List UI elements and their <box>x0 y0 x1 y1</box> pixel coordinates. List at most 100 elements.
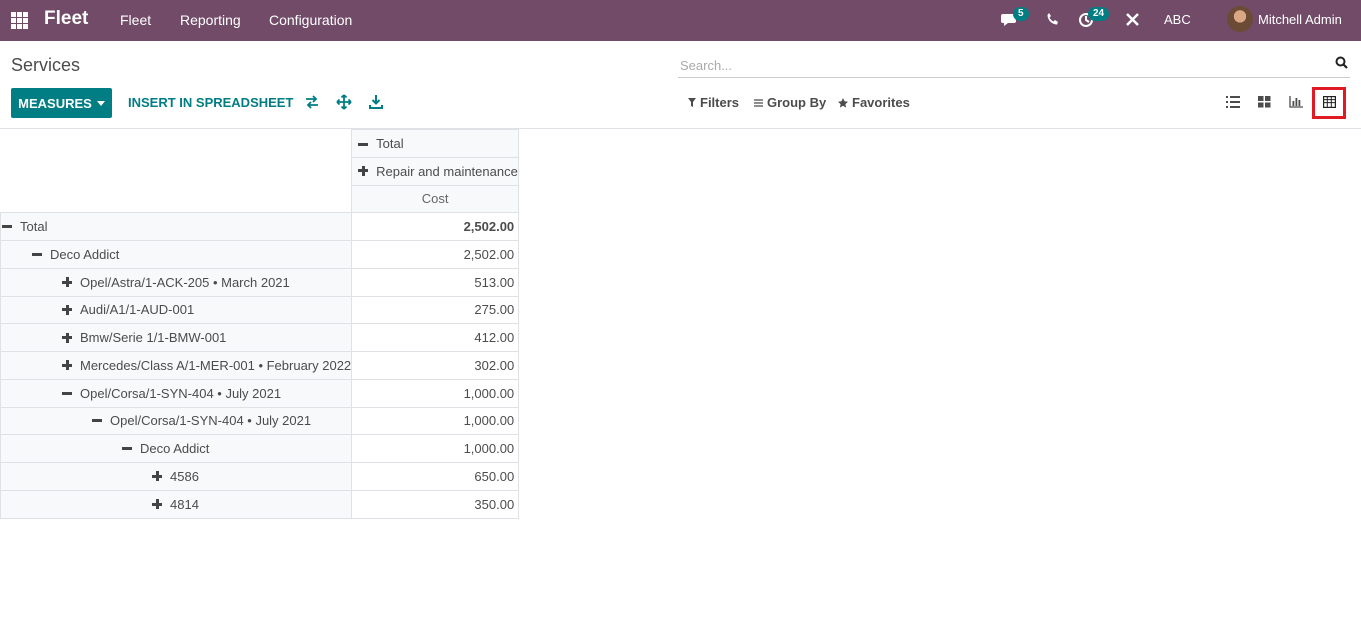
measures-button[interactable]: MEASURES <box>11 88 112 118</box>
row-header-label: Total <box>20 219 48 235</box>
collapse-icon <box>32 252 42 256</box>
top-navbar: Fleet Fleet Reporting Configuration 5 24… <box>0 0 1361 41</box>
row-header-label: Opel/Corsa/1-SYN-404 • July 2021 <box>110 413 312 429</box>
phone-icon[interactable] <box>1046 12 1060 26</box>
measure-header[interactable]: Cost <box>351 184 520 214</box>
cell-value[interactable]: 302.00 <box>351 351 520 380</box>
group-by-button[interactable]: Group By <box>754 95 826 110</box>
pivot-row: Opel/Corsa/1-SYN-404 • July 2021 1,000.00 <box>0 406 520 436</box>
search-input[interactable] <box>680 55 1300 75</box>
filters-button[interactable]: Filters <box>688 95 739 110</box>
kanban-view-icon <box>1257 96 1270 108</box>
cell-value[interactable]: 350.00 <box>351 489 520 519</box>
row-header[interactable]: Mercedes/Class A/1-MER-001 • February 20… <box>0 351 353 380</box>
tools-icon[interactable] <box>1125 12 1140 27</box>
row-header-label: Opel/Corsa/1-SYN-404 • July 2021 <box>80 385 282 401</box>
insert-spreadsheet-button[interactable]: INSERT IN SPREADSHEET <box>128 95 293 110</box>
col-header-total[interactable]: Total <box>351 129 520 158</box>
messages-badge: 5 <box>1013 7 1029 21</box>
expand-icon <box>152 499 162 510</box>
pivot-row: Bmw/Serie 1/1-BMW-001 412.00 <box>0 323 520 352</box>
menu-reporting[interactable]: Reporting <box>180 12 241 28</box>
row-header-label: Deco Addict <box>50 246 120 262</box>
expand-icon <box>62 277 72 288</box>
pivot-row: Audi/A1/1-AUD-001 275.00 <box>0 295 520 325</box>
pivot-row: Total 2,502.00 <box>0 212 520 241</box>
row-header[interactable]: Opel/Astra/1-ACK-205 • March 2021 <box>0 267 353 297</box>
cell-value[interactable]: 275.00 <box>351 295 520 325</box>
row-header-label: 4586 <box>170 468 199 484</box>
search-bar <box>678 52 1350 78</box>
active-view-highlight <box>1312 87 1346 119</box>
group-by-icon <box>754 98 763 107</box>
row-header[interactable]: Total <box>0 212 353 241</box>
graph-view-button[interactable] <box>1285 92 1307 112</box>
col-header-group[interactable]: Repair and maintenance <box>351 156 520 186</box>
kanban-view-button[interactable] <box>1253 92 1275 112</box>
app-brand[interactable]: Fleet <box>44 8 88 30</box>
pivot-table: Total Repair and maintenance Cost Total 2… <box>0 129 520 519</box>
company-switcher[interactable]: ABC <box>1164 12 1191 27</box>
cell-value[interactable]: 2,502.00 <box>351 212 520 241</box>
collapse-icon <box>62 391 72 395</box>
expand-all-icon[interactable] <box>336 94 352 110</box>
menu-configuration[interactable]: Configuration <box>269 12 352 28</box>
cell-value[interactable]: 513.00 <box>351 267 520 297</box>
row-header[interactable]: Deco Addict <box>0 240 353 269</box>
cell-value[interactable]: 2,502.00 <box>351 240 520 269</box>
row-header-label: Opel/Astra/1-ACK-205 • March 2021 <box>80 274 290 290</box>
menu-fleet[interactable]: Fleet <box>120 12 151 28</box>
pivot-row: 4814 350.00 <box>0 489 520 519</box>
expand-icon <box>358 165 369 176</box>
filter-icon <box>688 98 696 107</box>
row-header[interactable]: 4586 <box>0 462 353 491</box>
collapse-icon <box>358 142 369 146</box>
row-header-label: Mercedes/Class A/1-MER-001 • February 20… <box>80 357 352 373</box>
favorites-button[interactable]: Favorites <box>838 95 910 110</box>
row-header[interactable]: Bmw/Serie 1/1-BMW-001 <box>0 323 353 352</box>
bar-chart-icon <box>1289 96 1303 108</box>
user-menu[interactable]: Mitchell Admin <box>1258 12 1342 27</box>
expand-icon <box>62 304 72 315</box>
apps-menu-icon[interactable] <box>11 12 28 29</box>
cell-value[interactable]: 412.00 <box>351 323 520 352</box>
col-header-group-label: Repair and maintenance <box>376 163 518 179</box>
user-avatar[interactable] <box>1227 6 1253 32</box>
pivot-corner <box>0 129 353 214</box>
caret-down-icon <box>96 100 105 106</box>
expand-icon <box>152 471 162 482</box>
collapse-icon <box>92 419 102 423</box>
row-header[interactable]: Deco Addict <box>0 434 353 463</box>
activities-badge: 24 <box>1088 7 1110 21</box>
pivot-row: Opel/Corsa/1-SYN-404 • July 2021 1,000.00 <box>0 378 520 408</box>
search-icon[interactable] <box>1335 56 1348 69</box>
row-header[interactable]: Opel/Corsa/1-SYN-404 • July 2021 <box>0 406 353 436</box>
row-header-label: Bmw/Serie 1/1-BMW-001 <box>80 330 227 346</box>
cell-value[interactable]: 650.00 <box>351 462 520 491</box>
download-icon[interactable] <box>368 94 384 110</box>
expand-icon <box>62 360 72 371</box>
favorites-label: Favorites <box>852 95 910 110</box>
star-icon <box>838 97 848 108</box>
row-header-label: 4814 <box>170 496 199 512</box>
measures-label: MEASURES <box>18 95 92 111</box>
list-view-button[interactable] <box>1222 92 1244 112</box>
pivot-row: Mercedes/Class A/1-MER-001 • February 20… <box>0 351 520 380</box>
filters-label: Filters <box>700 95 740 110</box>
cell-value[interactable]: 1,000.00 <box>351 434 520 463</box>
row-header-label: Audi/A1/1-AUD-001 <box>80 302 195 318</box>
cell-value[interactable]: 1,000.00 <box>351 406 520 436</box>
row-header[interactable]: Opel/Corsa/1-SYN-404 • July 2021 <box>0 378 353 408</box>
pivot-row: Deco Addict 1,000.00 <box>0 434 520 463</box>
flip-axis-icon[interactable] <box>304 94 320 110</box>
pivot-row: Deco Addict 2,502.00 <box>0 240 520 269</box>
pivot-row: Opel/Astra/1-ACK-205 • March 2021 513.00 <box>0 267 520 297</box>
page-title: Services <box>11 55 81 75</box>
row-header[interactable]: 4814 <box>0 489 353 519</box>
list-view-icon <box>1226 96 1240 108</box>
group-by-label: Group By <box>767 95 827 110</box>
row-header[interactable]: Audi/A1/1-AUD-001 <box>0 295 353 325</box>
cell-value[interactable]: 1,000.00 <box>351 378 520 408</box>
col-header-total-label: Total <box>376 135 404 151</box>
expand-icon <box>62 332 72 343</box>
